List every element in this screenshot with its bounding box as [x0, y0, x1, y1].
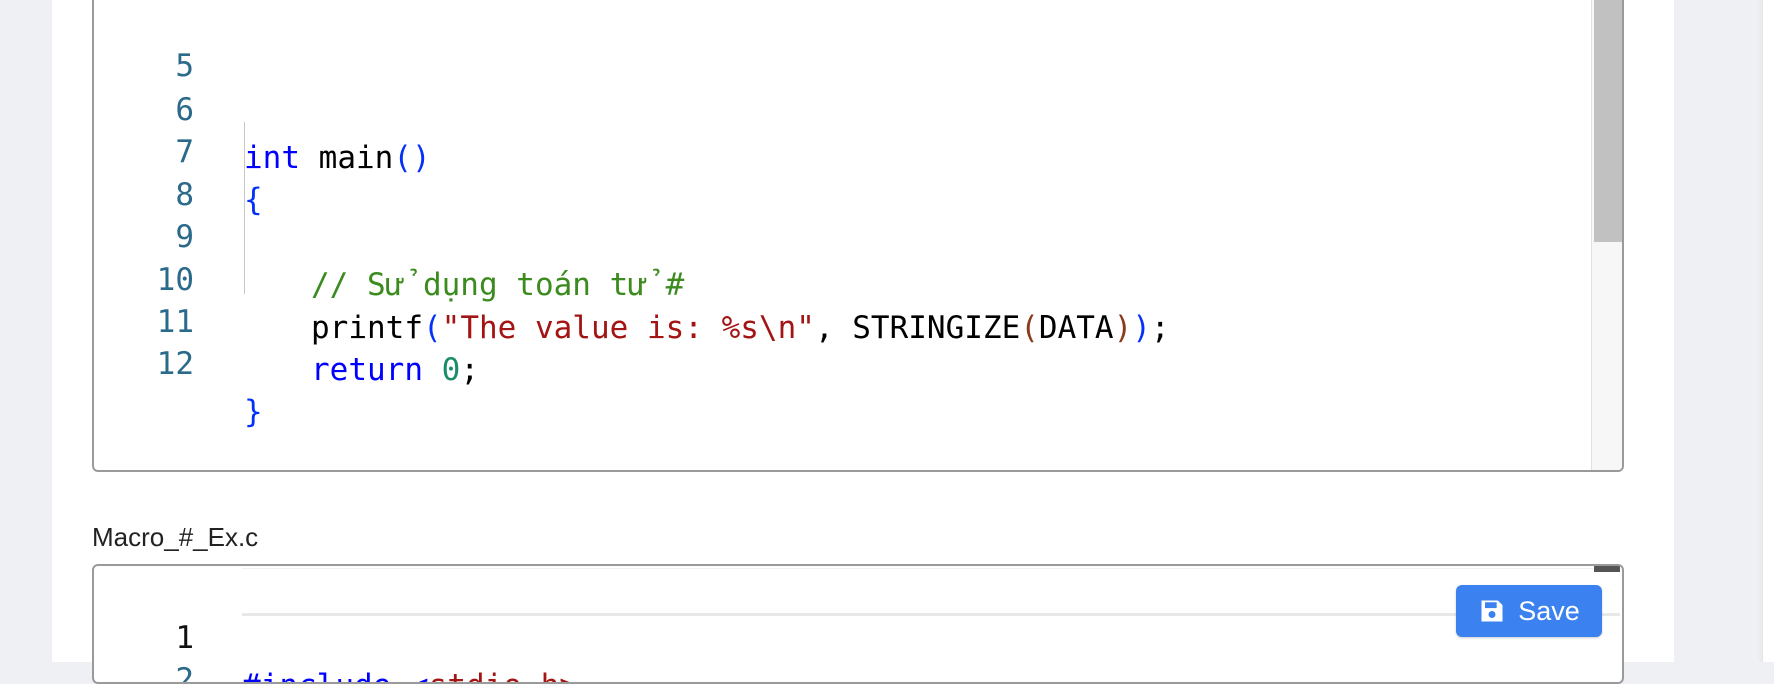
file-name-label: Macro_#_Ex.c	[92, 522, 259, 552]
code-text: return 0;	[311, 352, 479, 388]
line-number: 12	[156, 346, 194, 382]
code-line: 9 // Sử dụng toán tử #	[94, 165, 1622, 303]
code-line: 7 {	[94, 80, 1622, 218]
scrollbar-thumb[interactable]	[1594, 0, 1622, 242]
code-line: 1 #include <stdio.h>	[94, 566, 1622, 682]
save-button[interactable]: Save	[1456, 585, 1602, 637]
code-line: 6 int main()	[94, 38, 1622, 176]
code-text: }	[244, 394, 263, 430]
code-line: 5	[94, 0, 1622, 84]
vertical-scrollbar[interactable]	[1591, 0, 1622, 470]
code-editor-main[interactable]: 5 6 int main() 7 { 8 9 // Sử dụng toán t…	[92, 0, 1624, 472]
side-shade	[1754, 0, 1762, 662]
line-number: 2	[175, 662, 194, 684]
save-button-label: Save	[1518, 595, 1580, 626]
code-line: 12 }	[94, 292, 1622, 430]
code-editor-secondary[interactable]: 1 #include <stdio.h> 2	[92, 564, 1624, 684]
floppy-disk-icon	[1481, 600, 1503, 622]
code-line: 11 return 0;	[94, 250, 1622, 388]
code-line: 2	[94, 608, 1622, 682]
include-header: stdio.h>	[429, 668, 578, 682]
code-text: #include <stdio.h>	[242, 662, 578, 682]
code-line: 8	[94, 123, 1622, 213]
code-line: 10 printf("The value is: %s\n", STRINGIZ…	[94, 208, 1622, 346]
right-panel-edge	[1762, 0, 1774, 662]
